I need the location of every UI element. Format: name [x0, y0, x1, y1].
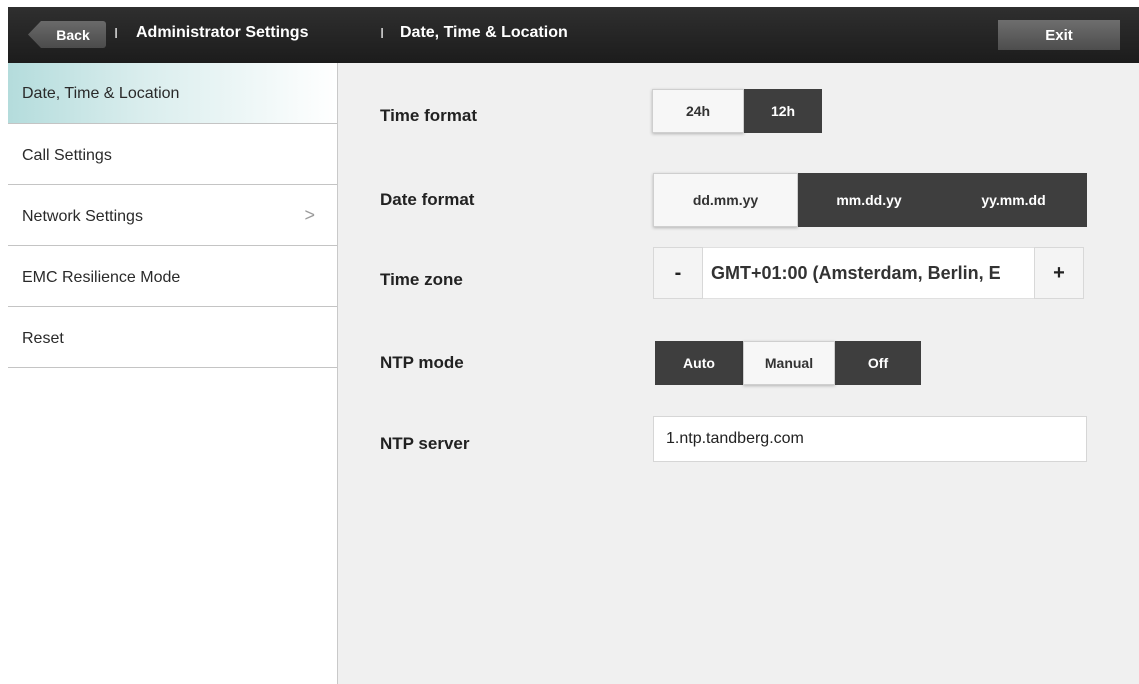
time-zone-decrement-button[interactable]: -	[653, 247, 703, 299]
time-zone-stepper: - GMT+01:00 (Amsterdam, Berlin, E +	[653, 247, 1084, 299]
time-format-selector: 24h 12h	[652, 89, 822, 133]
ntp-mode-option-off[interactable]: Off	[835, 341, 921, 385]
top-bar: Back I Administrator Settings I Date, Ti…	[8, 7, 1139, 63]
sidebar: Date, Time & Location Call Settings Netw…	[8, 63, 338, 684]
date-format-option-mm-dd-yy[interactable]: mm.dd.yy	[798, 173, 940, 227]
time-format-label: Time format	[380, 106, 477, 125]
time-zone-value: GMT+01:00 (Amsterdam, Berlin, E	[703, 247, 1034, 299]
back-button[interactable]: Back	[28, 21, 106, 48]
date-format-option-dd-mm-yy[interactable]: dd.mm.yy	[653, 173, 798, 227]
date-format-option-yy-mm-dd[interactable]: yy.mm.dd	[940, 173, 1087, 227]
sidebar-item-label: Call Settings	[22, 147, 112, 164]
sidebar-item-label: Network Settings	[22, 208, 143, 225]
time-zone-increment-button[interactable]: +	[1034, 247, 1084, 299]
ntp-server-label: NTP server	[380, 434, 470, 453]
sidebar-item-label: Date, Time & Location	[22, 85, 180, 102]
sidebar-item-emc-resilience-mode[interactable]: EMC Resilience Mode	[8, 246, 337, 307]
ntp-mode-option-auto[interactable]: Auto	[655, 341, 743, 385]
sidebar-item-date-time-location[interactable]: Date, Time & Location	[8, 63, 337, 124]
ntp-server-input[interactable]	[653, 416, 1087, 462]
date-format-selector: dd.mm.yy mm.dd.yy yy.mm.dd	[653, 173, 1087, 227]
breadcrumb-separator: I	[380, 25, 385, 42]
time-format-option-24h[interactable]: 24h	[652, 89, 744, 133]
sidebar-item-label: Reset	[22, 330, 64, 347]
exit-button[interactable]: Exit	[998, 20, 1120, 50]
time-zone-label: Time zone	[380, 270, 463, 289]
ntp-mode-label: NTP mode	[380, 353, 464, 372]
date-format-label: Date format	[380, 190, 475, 209]
sidebar-item-reset[interactable]: Reset	[8, 307, 337, 368]
ntp-mode-selector: Auto Manual Off	[655, 341, 921, 385]
sidebar-item-label: EMC Resilience Mode	[22, 269, 181, 286]
sidebar-item-network-settings[interactable]: Network Settings >	[8, 185, 337, 246]
breadcrumb-admin-settings[interactable]: Administrator Settings	[136, 24, 308, 42]
app-window: Back I Administrator Settings I Date, Ti…	[8, 7, 1139, 684]
page-title: Date, Time & Location	[400, 24, 568, 41]
ntp-mode-option-manual[interactable]: Manual	[743, 341, 835, 385]
time-format-option-12h[interactable]: 12h	[744, 89, 822, 133]
breadcrumb-separator: I	[114, 25, 119, 42]
chevron-right-icon: >	[304, 205, 315, 225]
sidebar-item-call-settings[interactable]: Call Settings	[8, 124, 337, 185]
